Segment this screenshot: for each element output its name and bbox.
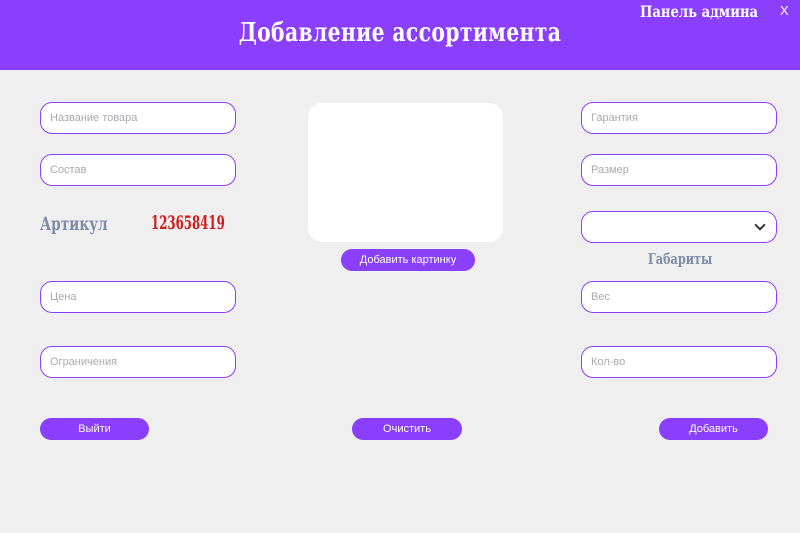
close-button[interactable]: X <box>780 3 789 18</box>
dimensions-select[interactable] <box>581 211 777 243</box>
page-title: Добавление ассортимента <box>238 18 562 48</box>
weight-input[interactable] <box>581 281 777 313</box>
add-button[interactable]: Добавить <box>659 418 768 440</box>
admin-panel-link[interactable]: Панель админа <box>640 2 763 21</box>
add-image-button[interactable]: Добавить картинку <box>341 249 475 271</box>
clear-button[interactable]: Очистить <box>352 418 462 440</box>
header-bar: Добавление ассортимента Панель админа X <box>0 0 800 70</box>
size-input[interactable] <box>581 154 777 186</box>
warranty-input[interactable] <box>581 102 777 134</box>
restrictions-input[interactable] <box>40 346 236 378</box>
article-value: 123658419 <box>151 212 225 234</box>
article-label: Артикул <box>40 213 108 235</box>
dimensions-label: Габариты <box>648 250 713 268</box>
product-image-preview <box>308 103 503 242</box>
quantity-input[interactable] <box>581 346 777 378</box>
price-input[interactable] <box>40 281 236 313</box>
exit-button[interactable]: Выйти <box>40 418 149 440</box>
product-name-input[interactable] <box>40 102 236 134</box>
composition-input[interactable] <box>40 154 236 186</box>
